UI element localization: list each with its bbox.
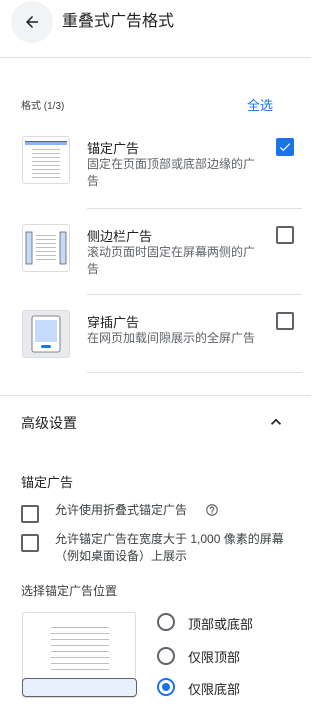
arrow-back-icon bbox=[26, 16, 38, 28]
desktop-anchor-checkbox[interactable] bbox=[21, 534, 39, 552]
interstitial-ad-thumbnail bbox=[22, 310, 70, 358]
select-all-link[interactable]: 全选 bbox=[247, 95, 273, 114]
format-item-side-rail[interactable]: 侧边栏广告 滚动页面时固定在屏幕两侧的广告 bbox=[20, 218, 302, 288]
page-title: 重叠式广告格式 bbox=[62, 13, 175, 30]
chevron-up-icon bbox=[271, 418, 281, 425]
anchor-ad-thumbnail bbox=[22, 136, 70, 184]
position-select-title: 选择锚定广告位置 bbox=[21, 584, 118, 598]
format-title: 侧边栏广告 bbox=[87, 229, 153, 244]
format-divider bbox=[87, 208, 302, 209]
preview-line bbox=[51, 651, 109, 652]
help-button[interactable] bbox=[205, 503, 219, 522]
format-checkbox-side-rail[interactable] bbox=[276, 226, 294, 244]
radio-bottom-only[interactable] bbox=[157, 678, 175, 696]
radio-top-only[interactable] bbox=[157, 647, 175, 665]
desktop-anchor-label: 允许锚定广告在宽度大于 1,000 像素的屏幕（例如桌面设备）上展示 bbox=[55, 532, 284, 563]
help-icon bbox=[206, 504, 218, 516]
preview-line bbox=[51, 645, 109, 646]
bottom-anchor-bar bbox=[22, 678, 137, 697]
back-button[interactable] bbox=[11, 1, 53, 43]
header-divider bbox=[0, 57, 311, 58]
radio-label: 仅限顶部 bbox=[188, 650, 241, 665]
collapsible-anchor-label: 允许使用折叠式锚定广告 bbox=[55, 503, 188, 517]
format-description: 在网页加载间隙展示的全屏广告 bbox=[87, 331, 256, 345]
format-description: 滚动页面时固定在屏幕两侧的广告 bbox=[87, 245, 256, 276]
preview-line bbox=[51, 657, 109, 658]
preview-line bbox=[51, 633, 109, 634]
format-title: 锚定广告 bbox=[87, 141, 140, 156]
preview-line bbox=[51, 639, 109, 640]
radio-label: 仅限底部 bbox=[188, 682, 241, 697]
check-icon bbox=[279, 143, 291, 152]
format-divider bbox=[87, 294, 302, 295]
radio-label: 顶部或底部 bbox=[188, 617, 254, 632]
advanced-settings-title[interactable]: 高级设置 bbox=[21, 413, 77, 433]
section-divider bbox=[0, 395, 311, 396]
preview-line bbox=[51, 627, 109, 628]
format-description: 固定在页面顶部或底部边缘的广告 bbox=[87, 157, 256, 188]
top-app-bar: 重叠式广告格式 bbox=[0, 0, 311, 44]
format-checkbox-anchor[interactable] bbox=[276, 138, 294, 156]
formats-section-label: 格式 (1/3) bbox=[21, 101, 65, 112]
radio-top-or-bottom[interactable] bbox=[157, 613, 175, 631]
format-item-anchor[interactable]: 锚定广告 固定在页面顶部或底部边缘的广告 bbox=[20, 130, 302, 200]
format-checkbox-interstitial[interactable] bbox=[276, 312, 294, 330]
format-divider bbox=[87, 372, 302, 373]
side-rail-ad-thumbnail bbox=[22, 224, 70, 272]
expand-toggle[interactable] bbox=[266, 412, 286, 437]
preview-line bbox=[51, 669, 109, 670]
format-item-interstitial[interactable]: 穿插广告 在网页加载间隙展示的全屏广告 bbox=[20, 304, 302, 374]
collapsible-anchor-checkbox[interactable] bbox=[21, 505, 39, 523]
anchor-settings-title: 锚定广告 bbox=[21, 475, 74, 490]
preview-line bbox=[51, 663, 109, 664]
format-title: 穿插广告 bbox=[87, 315, 140, 330]
